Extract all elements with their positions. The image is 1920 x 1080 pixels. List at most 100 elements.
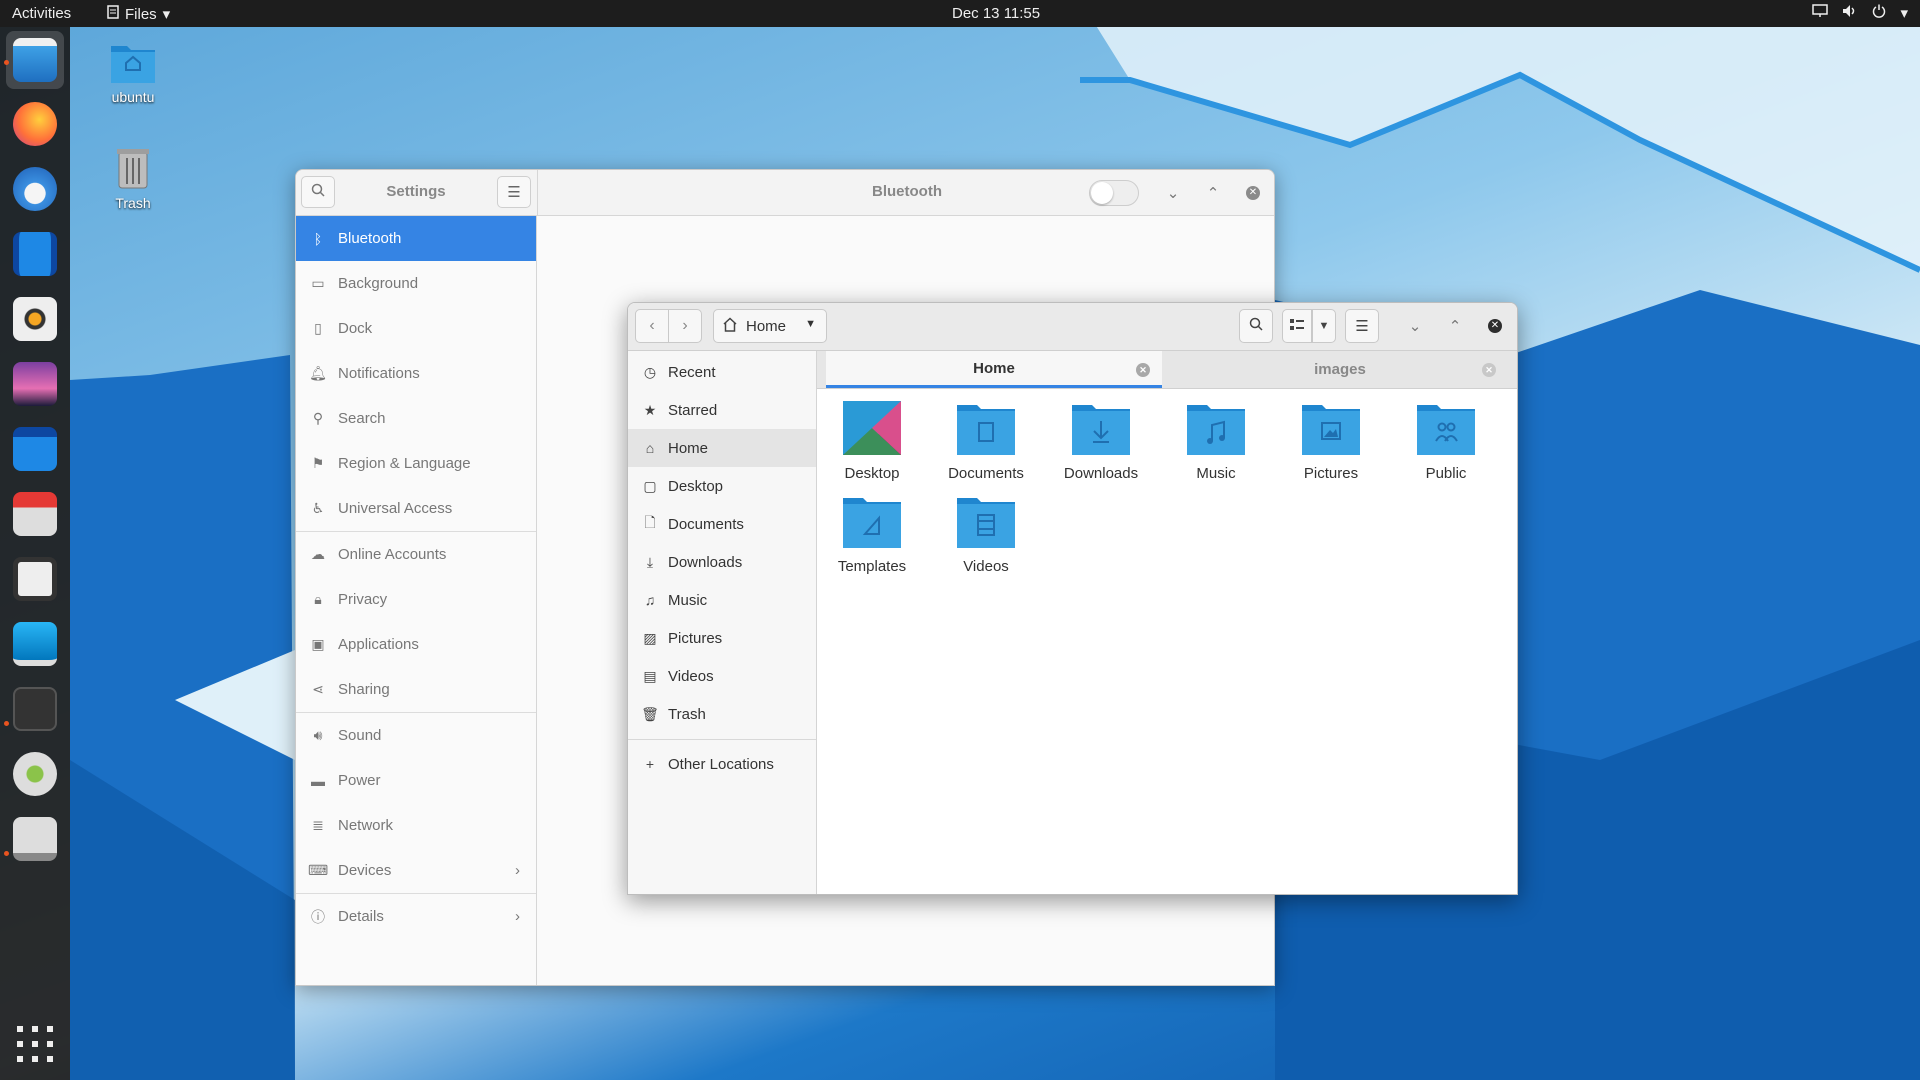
hamburger-icon: ☰	[507, 184, 521, 201]
dock-shotwell[interactable]	[6, 355, 64, 413]
desktop-icon-trash[interactable]: Trash	[88, 146, 178, 211]
dock-files[interactable]	[6, 31, 64, 89]
dock-software[interactable]	[6, 420, 64, 478]
sidebar-item-network[interactable]: ≣ Network	[296, 803, 536, 848]
folder-videos[interactable]: Videos	[931, 494, 1041, 575]
sidebar-item-power[interactable]: ▬ Power	[296, 758, 536, 803]
chevron-down-icon: ▾	[162, 6, 171, 23]
clock[interactable]: Dec 13 11:55	[952, 5, 1040, 22]
network-icon: ≣	[312, 817, 324, 833]
places-item-documents[interactable]: 🗋︎ Documents	[628, 505, 816, 543]
sidebar-item-notifications[interactable]: 🔔︎ Notifications	[296, 351, 536, 396]
places-item-pictures[interactable]: ▨ Pictures	[628, 619, 816, 657]
sidebar-item-details[interactable]: ⓘ Details ›	[296, 894, 536, 939]
search-button[interactable]	[1239, 309, 1273, 343]
sidebar-item-dock[interactable]: ▯ Dock	[296, 306, 536, 351]
desktop-icon-home[interactable]: ubuntu	[88, 40, 178, 105]
minimize-button[interactable]: ⌄	[1162, 182, 1184, 204]
sidebar-item-privacy[interactable]: 🔒︎ Privacy	[296, 577, 536, 622]
places-item-home[interactable]: ⌂ Home	[628, 429, 816, 467]
places-item-videos[interactable]: ▤ Videos	[628, 657, 816, 695]
close-icon[interactable]: ✕	[1482, 363, 1496, 377]
files-window: ‹ › Home ▼ ▼ ☰ ⌄ ⌃ ✕ ◷ Recent ★ Starred …	[627, 302, 1518, 895]
videos-folder-icon	[957, 498, 1015, 552]
bluetooth-toggle[interactable]	[1089, 180, 1139, 206]
sidebar-item-universal-access[interactable]: ♿︎ Universal Access	[296, 486, 536, 531]
places-item-label: Recent	[668, 363, 716, 381]
sidebar-item-region-language[interactable]: ⚑ Region & Language	[296, 441, 536, 486]
activities-button[interactable]: Activities	[12, 5, 71, 22]
places-item-label: Videos	[668, 667, 714, 685]
close-button[interactable]: ✕	[1242, 182, 1264, 204]
sidebar-item-label: Bluetooth	[338, 230, 402, 247]
files-app-icon	[107, 5, 119, 23]
videos-icon	[13, 232, 57, 276]
sidebar-item-devices[interactable]: ⌨ Devices ›	[296, 848, 536, 893]
dock-videos[interactable]	[6, 225, 64, 283]
close-icon[interactable]: ✕	[1136, 363, 1150, 377]
info-icon: ⓘ	[311, 908, 325, 925]
sidebar-item-bluetooth[interactable]: ᛒ Bluetooth	[296, 216, 536, 261]
main-menu-button[interactable]: ☰	[1345, 309, 1379, 343]
places-item-label: Desktop	[668, 477, 724, 495]
folder-music[interactable]: Music	[1161, 401, 1271, 482]
sidebar-item-background[interactable]: ▭ Background	[296, 261, 536, 306]
folder-documents[interactable]: Documents	[931, 401, 1041, 482]
downloads-folder-icon	[1072, 405, 1130, 459]
running-indicator	[4, 60, 9, 65]
sidebar-item-label: Online Accounts	[338, 546, 447, 563]
folder-pictures[interactable]: Pictures	[1276, 401, 1386, 482]
maximize-button[interactable]: ⌃	[1444, 315, 1466, 337]
path-bar-home[interactable]: Home ▼	[713, 309, 827, 343]
system-tray[interactable]: ▾	[1812, 4, 1908, 22]
dock-rhythmbox[interactable]	[6, 290, 64, 348]
show-apps-button[interactable]	[6, 1017, 64, 1075]
dock-drive[interactable]	[6, 810, 64, 868]
sidebar-item-label: Details	[338, 908, 384, 925]
places-item-downloads[interactable]: ⤓ Downloads	[628, 543, 816, 581]
places-item-trash[interactable]: 🗑︎ Trash	[628, 695, 816, 733]
folder-public[interactable]: Public	[1391, 401, 1501, 482]
folder-desktop[interactable]: Desktop	[817, 401, 927, 482]
software-center-icon	[13, 427, 57, 471]
tab-home[interactable]: Home ✕	[826, 351, 1162, 388]
maximize-button[interactable]: ⌃	[1202, 182, 1224, 204]
dock-transmission[interactable]	[6, 485, 64, 543]
sidebar-item-sound[interactable]: 🔊︎ Sound	[296, 713, 536, 758]
places-item-starred[interactable]: ★ Starred	[628, 391, 816, 429]
settings-search-button[interactable]	[301, 176, 335, 208]
settings-menu-button[interactable]: ☰	[497, 176, 531, 208]
dock-gimp[interactable]	[6, 745, 64, 803]
folder-templates[interactable]: Templates	[817, 494, 927, 575]
sidebar-item-applications[interactable]: ▣ Applications	[296, 622, 536, 667]
places-item-desktop[interactable]: ▢ Desktop	[628, 467, 816, 505]
places-item-music[interactable]: ♫ Music	[628, 581, 816, 619]
share-icon: ⋖	[312, 681, 324, 697]
dock-remote-desktop[interactable]	[6, 615, 64, 673]
dock-settings[interactable]	[6, 680, 64, 738]
dock-firefox[interactable]	[6, 95, 64, 153]
sidebar-item-search[interactable]: ⚲ Search	[296, 396, 536, 441]
trash-icon	[113, 149, 153, 193]
view-options-button[interactable]: ▼	[1312, 309, 1336, 343]
places-item-other-locations[interactable]: + Other Locations	[628, 745, 816, 783]
picture-icon: ▨	[643, 629, 657, 646]
sidebar-item-online-accounts[interactable]: ☁ Online Accounts	[296, 532, 536, 577]
back-button[interactable]: ‹	[635, 309, 669, 343]
search-icon	[1249, 317, 1263, 335]
sidebar-item-sharing[interactable]: ⋖ Sharing	[296, 667, 536, 712]
documents-folder-icon	[957, 405, 1015, 459]
forward-button[interactable]: ›	[668, 309, 702, 343]
folder-label: Public	[1425, 465, 1467, 482]
transmission-icon	[13, 492, 57, 536]
view-toggle-button[interactable]	[1282, 309, 1312, 343]
dock-thunderbird[interactable]	[6, 160, 64, 218]
close-button[interactable]: ✕	[1484, 315, 1506, 337]
places-item-recent[interactable]: ◷ Recent	[628, 353, 816, 391]
app-menu[interactable]: Files ▾	[107, 5, 170, 23]
minimize-button[interactable]: ⌄	[1404, 315, 1426, 337]
tab-images[interactable]: images ✕	[1172, 351, 1508, 388]
dock-screenshot[interactable]	[6, 550, 64, 608]
list-view-icon	[1290, 318, 1304, 335]
folder-downloads[interactable]: Downloads	[1046, 401, 1156, 482]
